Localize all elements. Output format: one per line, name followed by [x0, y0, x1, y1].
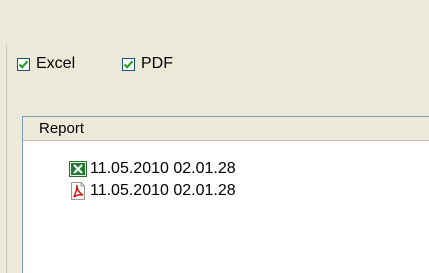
- excel-checkbox-box[interactable]: [17, 57, 30, 71]
- list-item[interactable]: 11.05.2010 02.01.28: [69, 159, 236, 179]
- checkmark-icon: [123, 59, 134, 69]
- list-item[interactable]: 11.05.2010 02.01.28: [69, 181, 236, 201]
- excel-checkbox-label[interactable]: Excel: [36, 54, 75, 74]
- checkmark-icon: [18, 59, 29, 69]
- list-item-label: 11.05.2010 02.01.28: [90, 182, 236, 199]
- report-list[interactable]: Report 11.05.2010 02.01.28 11.05.2010 02…: [22, 116, 429, 273]
- pdf-checkbox[interactable]: PDF: [122, 54, 173, 74]
- panel-divider: [6, 44, 7, 273]
- list-item-label: 11.05.2010 02.01.28: [90, 160, 236, 177]
- pdf-checkbox-label[interactable]: PDF: [141, 54, 173, 74]
- column-header-report[interactable]: Report: [39, 117, 84, 140]
- pdf-file-icon: [69, 182, 87, 200]
- excel-checkbox[interactable]: Excel: [17, 54, 75, 74]
- report-list-header[interactable]: Report: [23, 117, 429, 141]
- pdf-checkbox-box[interactable]: [122, 57, 135, 71]
- report-panel: Excel PDF Report 11.05.2010 02.01.28 11.…: [0, 0, 429, 273]
- excel-file-icon: [69, 160, 87, 178]
